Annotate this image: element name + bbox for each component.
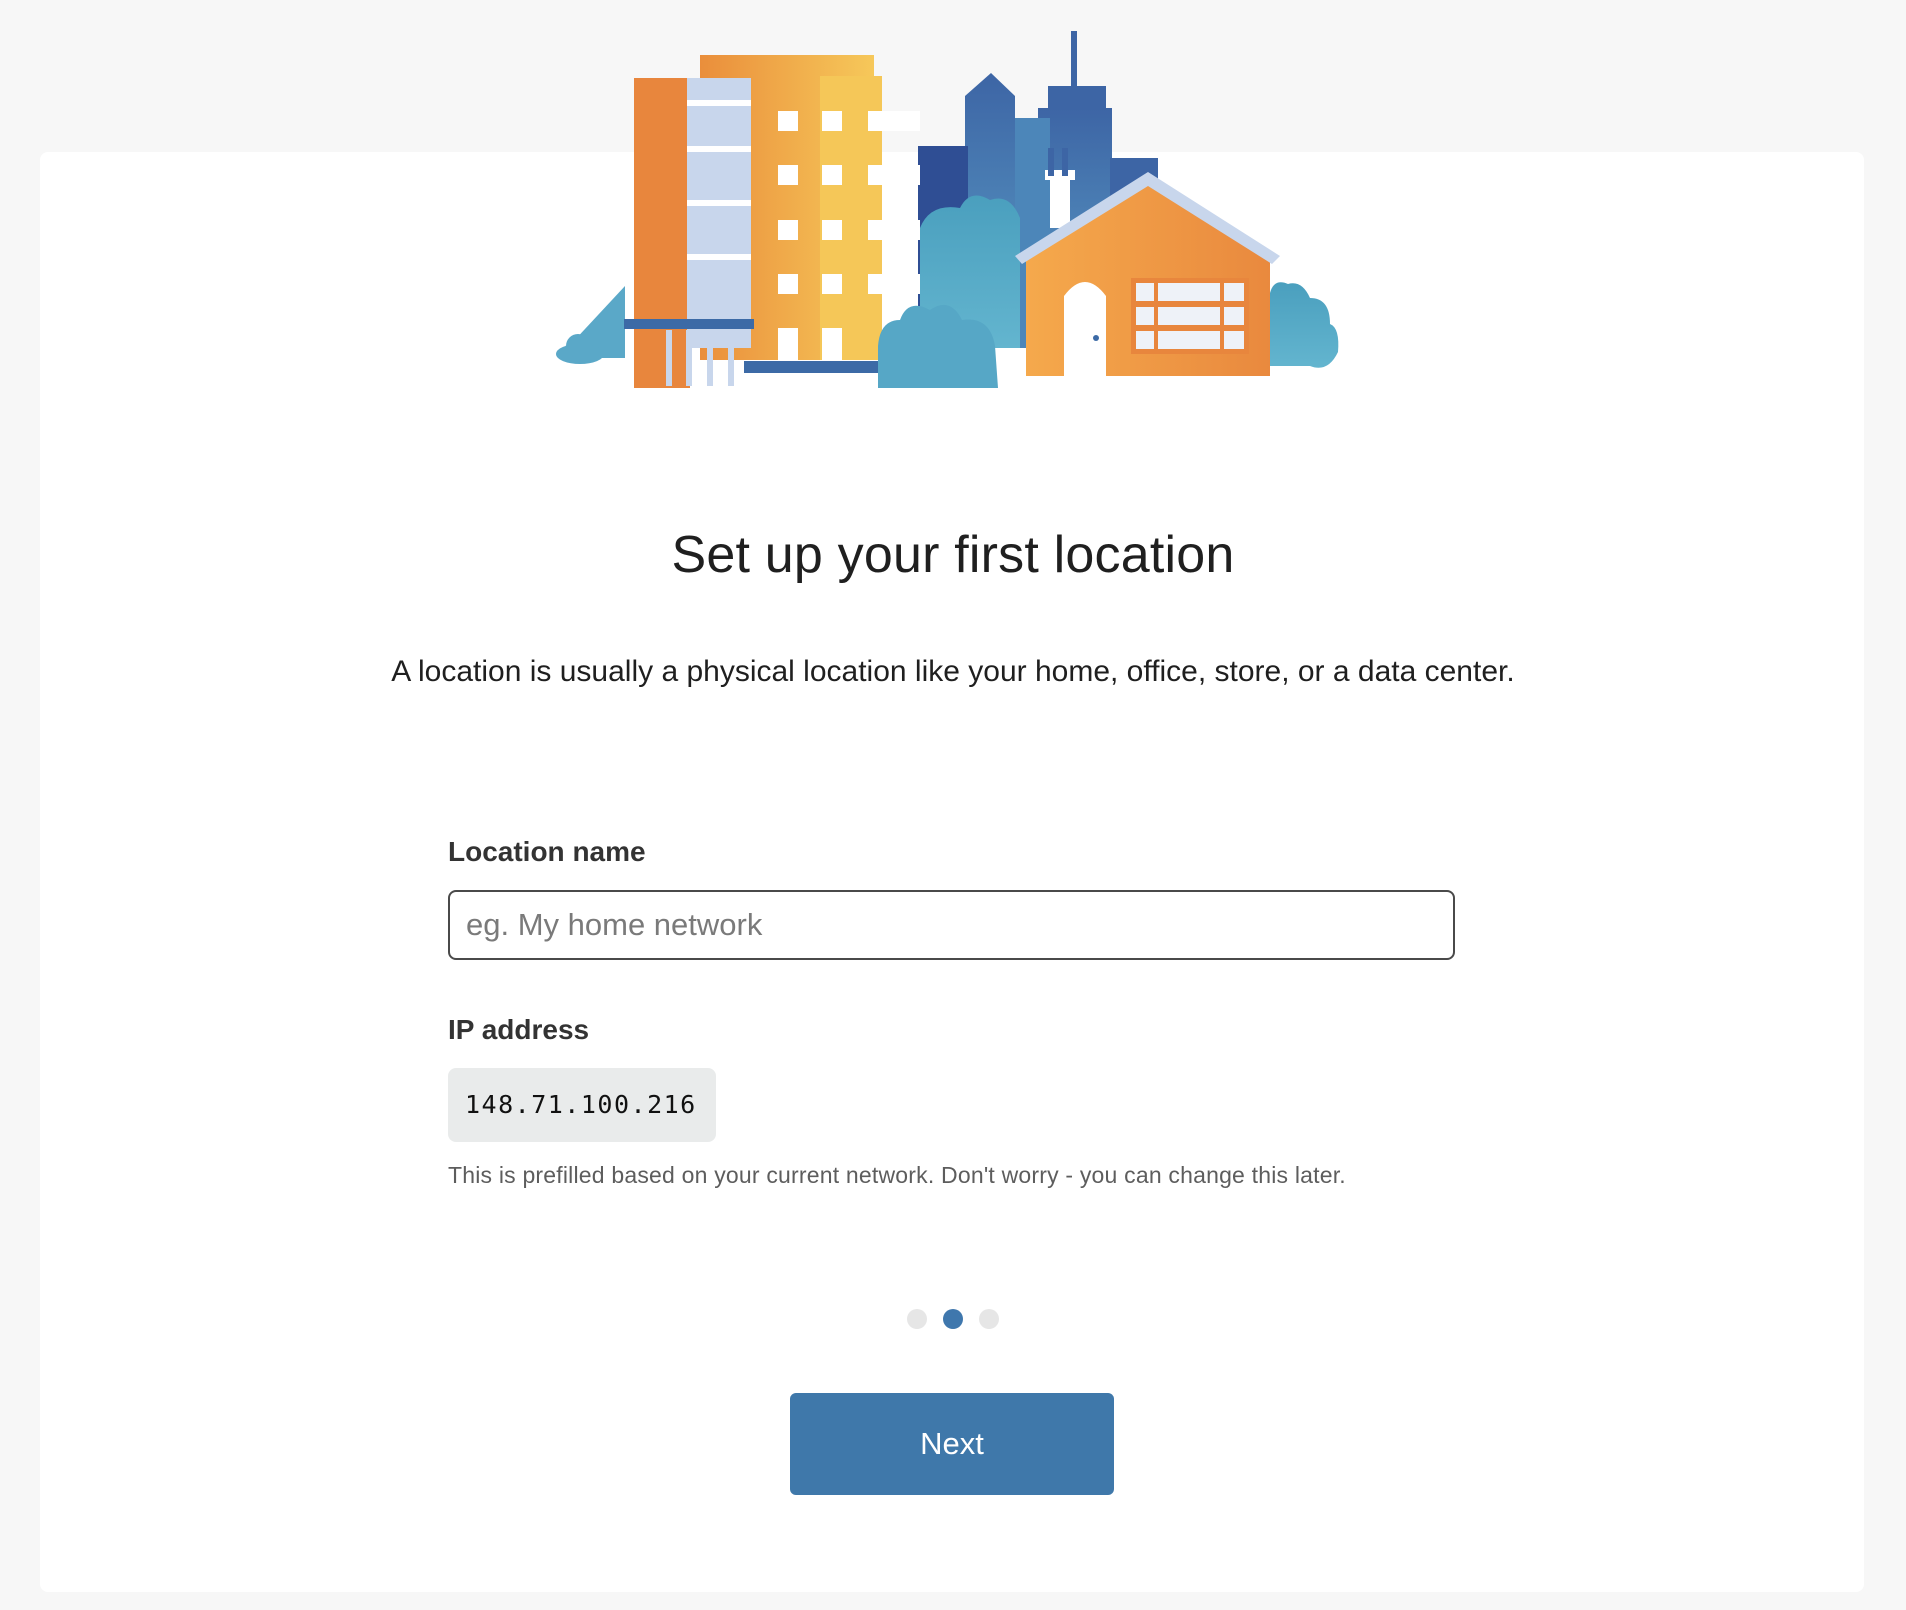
page-title: Set up your first location (671, 526, 1235, 584)
step-dot-3 (979, 1309, 999, 1329)
step-dot-1 (907, 1309, 927, 1329)
page-subtitle: A location is usually a physical locatio… (391, 655, 1515, 688)
ip-address-value: 148.71.100.216 (448, 1068, 716, 1142)
step-indicator (0, 1308, 1906, 1330)
location-name-input[interactable] (448, 890, 1455, 960)
city-and-house-illustration (556, 31, 1339, 388)
ip-address-helper-text: This is prefilled based on your current … (448, 1162, 1346, 1188)
step-dot-2-active (943, 1309, 963, 1329)
ip-address-label: IP address (448, 1014, 590, 1045)
next-button[interactable]: Next (790, 1393, 1114, 1495)
location-name-label: Location name (448, 836, 646, 867)
